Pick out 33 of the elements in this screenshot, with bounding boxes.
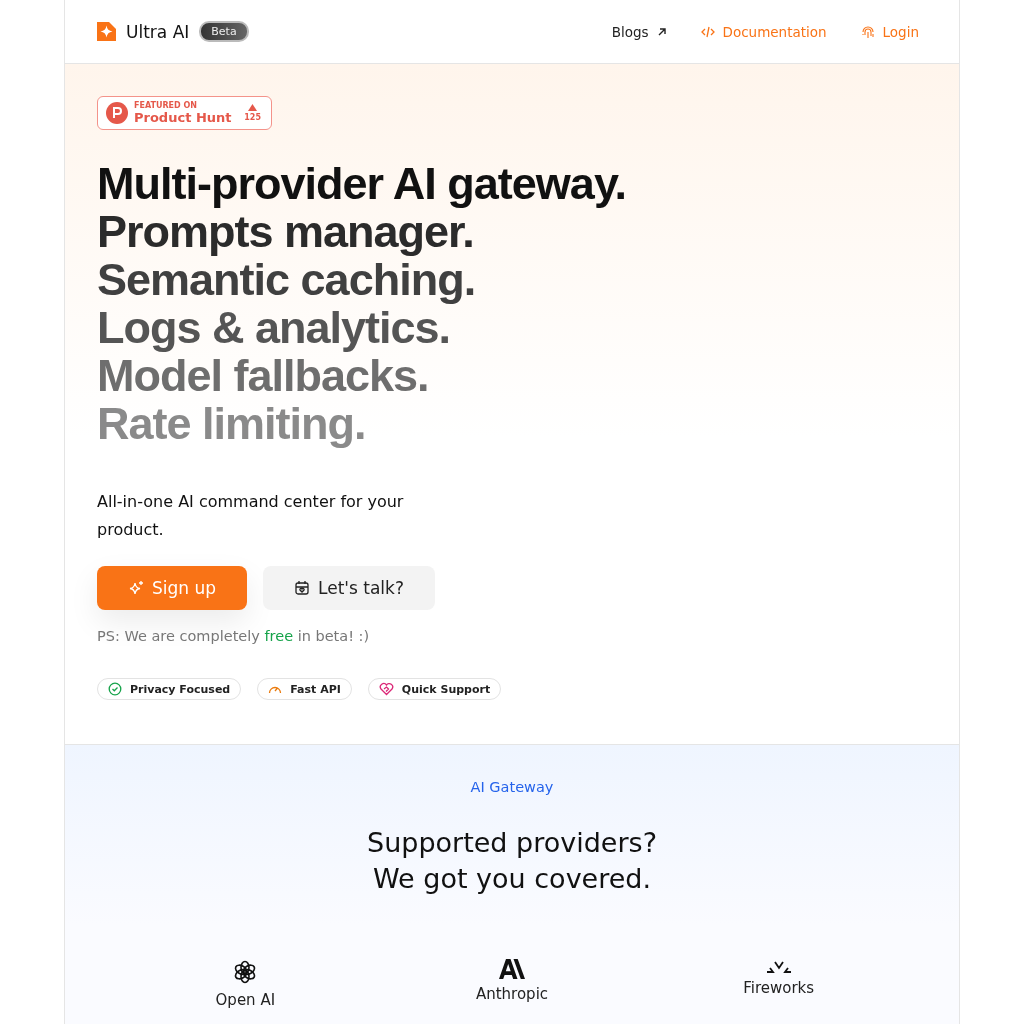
feature-tag: Fast API [257, 678, 352, 700]
heart-icon [378, 682, 394, 696]
feature-tag: Privacy Focused [97, 678, 242, 700]
provider-name: Open AI [215, 991, 276, 1009]
headline-line: Semantic caching. [97, 256, 477, 304]
code-icon [700, 25, 715, 38]
nav-link[interactable]: Blogs [611, 23, 667, 40]
arrow-up-right-icon [656, 26, 667, 37]
section-title: Supported providers? We got you covered. [367, 826, 657, 896]
sign-up-button[interactable]: Sign up [97, 566, 247, 610]
headline-line: Multi-provider AI gateway. [97, 160, 628, 208]
calendar-icon [294, 580, 311, 596]
sparkle-icon [127, 580, 144, 596]
brand-name: Ultra AI [126, 21, 190, 42]
headline-line: Model fallbacks. [97, 352, 429, 400]
headline-line: Prompts manager. [97, 208, 474, 256]
subtitle: All-in-one AI command center for your product. [97, 491, 405, 541]
provider-name: Anthropic [475, 985, 549, 1003]
fireworks-logo-icon [765, 959, 792, 973]
provider-name: Fireworks [743, 979, 815, 997]
beta-badge: Beta [199, 21, 249, 42]
talk-button[interactable]: Let's talk? [263, 566, 435, 610]
headline-line: Logs & analytics. [97, 304, 451, 352]
anthropic-logo-icon [499, 959, 525, 979]
product-hunt-badge[interactable]: FEATURED ON Product Hunt 125 [97, 96, 272, 130]
section-eyebrow: AI Gateway [470, 779, 554, 795]
nav-link[interactable]: Documentation [700, 23, 827, 40]
beta-note: PS: We are completely free in beta! :) [97, 628, 371, 644]
fingerprint-icon [860, 24, 875, 39]
logo-icon [97, 22, 116, 41]
headline-line: Rate limiting. [97, 400, 367, 448]
feature-tag: Quick Support [367, 678, 502, 700]
nav-link[interactable]: Login [860, 23, 919, 40]
